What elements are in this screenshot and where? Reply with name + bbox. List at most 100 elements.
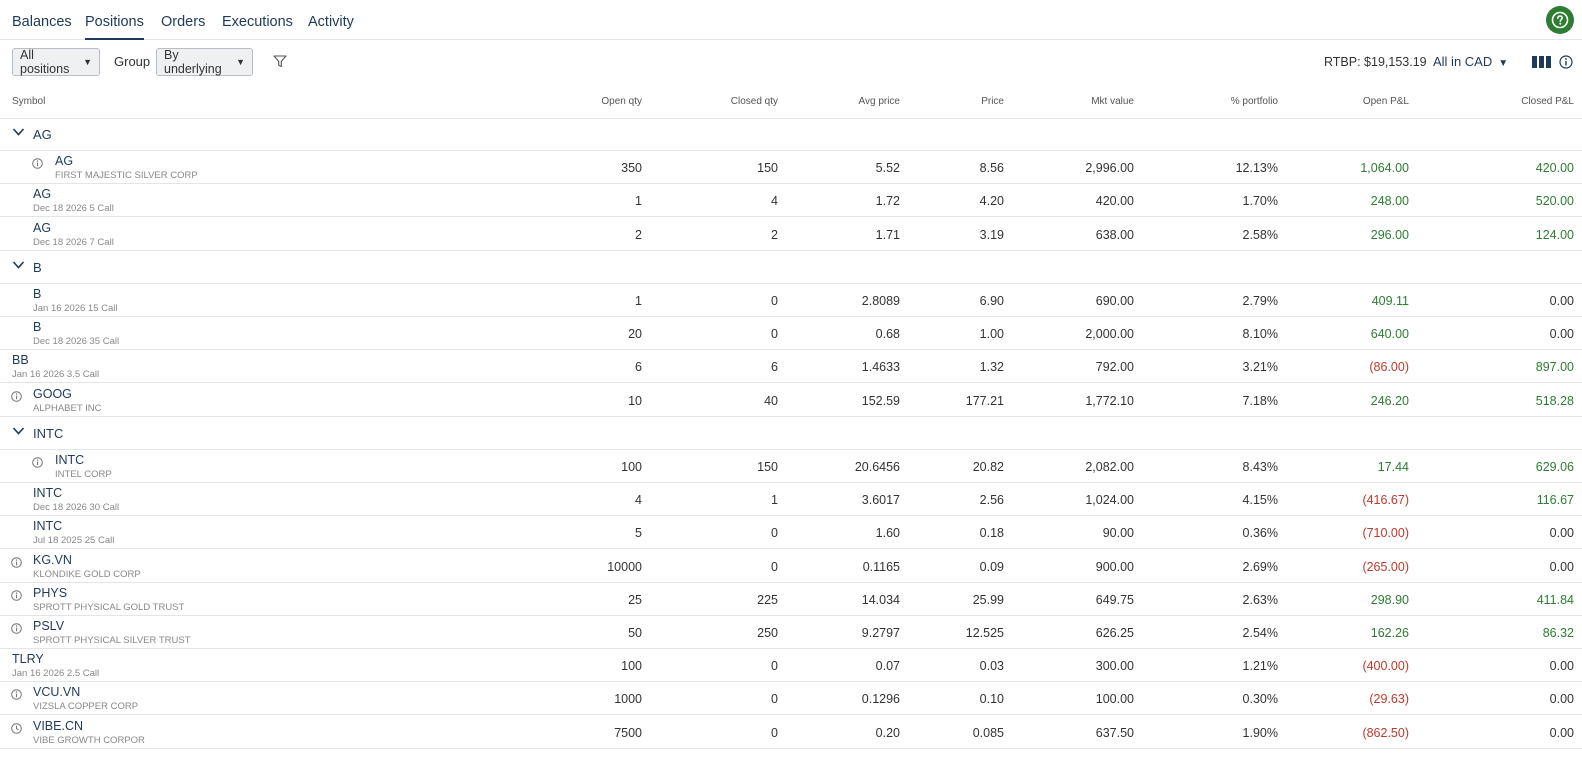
position-row[interactable]: AG Dec 18 2026 5 Call 1 4 1.72 4.20 420.00 1.70… <box>0 184 1582 218</box>
avg-price-cell: 14.034 <box>861 592 900 607</box>
symbol-description: Jan 16 2026 15 Call <box>33 303 118 314</box>
symbol-link[interactable]: INTC <box>55 453 84 467</box>
position-row[interactable]: VIBE.CN VIBE GROWTH CORPOR 7500 0 0.20 0.085 6… <box>0 716 1582 749</box>
open-pl-cell: (86.00) <box>1369 360 1409 375</box>
pct-portfolio-cell: 0.30% <box>1242 692 1278 707</box>
positions-filter-dropdown[interactable]: All positions ▼ <box>12 48 100 76</box>
symbol-link[interactable]: PSLV <box>33 619 64 633</box>
open-pl-cell: (29.63) <box>1369 692 1409 707</box>
avg-price-cell: 3.6017 <box>861 493 900 508</box>
open-qty-cell: 7500 <box>614 725 642 740</box>
mkt-value-cell: 90.00 <box>1102 526 1134 541</box>
symbol-link[interactable]: VIBE.CN <box>33 719 83 733</box>
open-qty-cell: 6 <box>635 360 642 375</box>
info-icon[interactable] <box>32 455 43 473</box>
position-row[interactable]: AG Dec 18 2026 7 Call 2 2 1.71 3.19 638.00 2.58… <box>0 218 1582 251</box>
tab-orders[interactable]: Orders <box>161 14 205 40</box>
clock-icon[interactable] <box>11 721 22 739</box>
position-row[interactable]: VCU.VN VIZSLA COPPER CORP 1000 0 0.1296 0.10 1… <box>0 682 1582 716</box>
symbol-link[interactable]: GOOG <box>33 387 72 401</box>
tab-positions[interactable]: Positions <box>85 14 144 40</box>
positions-filter-value: All positions <box>20 48 70 76</box>
tab-executions[interactable]: Executions <box>222 14 293 40</box>
closed-pl-cell: 897.00 <box>1535 360 1574 375</box>
filter-icon[interactable] <box>273 55 287 68</box>
info-icon[interactable] <box>11 588 22 606</box>
tab-activity[interactable]: Activity <box>308 14 354 40</box>
position-row[interactable]: INTC Jul 18 2025 25 Call 5 0 1.60 0.18 90.00 0.… <box>0 516 1582 550</box>
position-row[interactable]: INTC Dec 18 2026 30 Call 4 1 3.6017 2.56 1,024… <box>0 483 1582 517</box>
symbol-link[interactable]: B <box>33 287 41 301</box>
symbol-description: Dec 18 2026 35 Call <box>33 336 120 348</box>
position-row[interactable]: BB Jan 16 2026 3.5 Call 6 6 1.4633 1.32 792.00… <box>0 350 1582 384</box>
position-row[interactable]: GOOG ALPHABET INC 10 40 152.59 177.21 1,772.10… <box>0 384 1582 417</box>
info-icon[interactable] <box>32 156 43 174</box>
info-icon[interactable] <box>11 621 22 639</box>
closed-qty-cell: 0 <box>771 559 778 574</box>
col-header-mkt-value[interactable]: Mkt value <box>1091 96 1134 107</box>
col-header-symbol[interactable]: Symbol <box>12 96 45 107</box>
group-row[interactable]: B <box>0 251 1582 284</box>
currency-value: All in CAD <box>1433 54 1493 69</box>
avg-price-cell: 152.59 <box>861 393 900 408</box>
avg-price-cell: 0.07 <box>875 659 900 674</box>
group-row[interactable]: AG <box>0 118 1582 151</box>
pct-portfolio-cell: 1.70% <box>1242 194 1278 209</box>
col-header-price[interactable]: Price <box>981 96 1004 107</box>
symbol-link[interactable]: AG <box>33 187 51 201</box>
currency-dropdown[interactable]: All in CAD ▼ <box>1433 54 1508 69</box>
price-cell: 0.03 <box>979 659 1004 674</box>
symbol-link[interactable]: BB <box>12 353 29 367</box>
position-row[interactable]: PHYS SPROTT PHYSICAL GOLD TRUST 25 225 14.03… <box>0 583 1582 616</box>
chevron-down-icon[interactable] <box>12 127 25 137</box>
col-header-pct-portfolio[interactable]: % portfolio <box>1231 96 1278 107</box>
col-header-closed-pl[interactable]: Closed P&L <box>1521 96 1574 107</box>
caret-down-icon: ▼ <box>83 57 92 67</box>
mkt-value-cell: 792.00 <box>1095 360 1134 375</box>
col-header-closed-qty[interactable]: Closed qty <box>731 96 778 107</box>
symbol-description: Jul 18 2025 25 Call <box>33 535 115 547</box>
position-row[interactable]: B Jan 16 2026 15 Call 1 0 2.8089 6.90 690.00 2.… <box>0 284 1582 317</box>
symbol-link[interactable]: INTC <box>33 486 62 500</box>
price-cell: 1.00 <box>979 327 1004 342</box>
open-qty-cell: 1 <box>635 194 642 209</box>
symbol-link[interactable]: PHYS <box>33 586 67 600</box>
info-icon[interactable] <box>11 687 22 705</box>
symbol-description: KLONDIKE GOLD CORP <box>33 568 141 580</box>
group-row[interactable]: INTC <box>0 417 1582 450</box>
col-header-open-pl[interactable]: Open P&L <box>1363 96 1409 107</box>
position-row[interactable]: PSLV SPROTT PHYSICAL SILVER TRUST 50 250 9.2… <box>0 616 1582 649</box>
help-button[interactable] <box>1546 6 1574 34</box>
info-icon[interactable] <box>11 389 22 407</box>
symbol-link[interactable]: B <box>33 320 41 334</box>
position-row[interactable]: B Dec 18 2026 35 Call 20 0 0.68 1.00 2,000.00 8… <box>0 317 1582 351</box>
info-icon[interactable] <box>1559 55 1573 69</box>
chevron-down-icon[interactable] <box>12 426 25 436</box>
columns-icon[interactable] <box>1532 56 1551 68</box>
caret-down-icon: ▼ <box>236 57 245 67</box>
avg-price-cell: 0.68 <box>875 327 900 342</box>
chevron-down-icon[interactable] <box>12 260 25 270</box>
position-row[interactable]: KG.VN KLONDIKE GOLD CORP 10000 0 0.1165 0.09 9… <box>0 550 1582 583</box>
symbol-link[interactable]: TLRY <box>12 652 44 666</box>
price-cell: 8.56 <box>979 161 1004 176</box>
col-header-open-qty[interactable]: Open qty <box>601 96 642 107</box>
symbol-link[interactable]: AG <box>55 154 73 168</box>
symbol-description: Dec 18 2026 30 Call <box>33 502 120 514</box>
open-pl-cell: (862.50) <box>1362 725 1409 740</box>
position-row[interactable]: INTC INTEL CORP 100 150 20.6456 20.82 2,082.00… <box>0 450 1582 483</box>
position-row[interactable]: TLRY Jan 16 2026 2.5 Call 100 0 0.07 0.03 300.… <box>0 649 1582 683</box>
col-header-avg-price[interactable]: Avg price <box>858 96 900 107</box>
position-row[interactable]: AG FIRST MAJESTIC SILVER CORP 350 150 5.52 8.… <box>0 151 1582 185</box>
mkt-value-cell: 690.00 <box>1095 294 1134 308</box>
symbol-link[interactable]: VCU.VN <box>33 685 80 699</box>
caret-down-icon: ▼ <box>1498 58 1509 69</box>
info-icon[interactable] <box>11 555 22 573</box>
open-qty-cell: 100 <box>621 659 642 674</box>
group-by-dropdown[interactable]: By underlying ▼ <box>156 48 253 76</box>
symbol-link[interactable]: INTC <box>33 519 62 533</box>
symbol-link[interactable]: KG.VN <box>33 553 72 567</box>
tab-balances[interactable]: Balances <box>12 14 72 40</box>
pct-portfolio-cell: 2.63% <box>1242 592 1278 607</box>
symbol-link[interactable]: AG <box>33 221 51 235</box>
